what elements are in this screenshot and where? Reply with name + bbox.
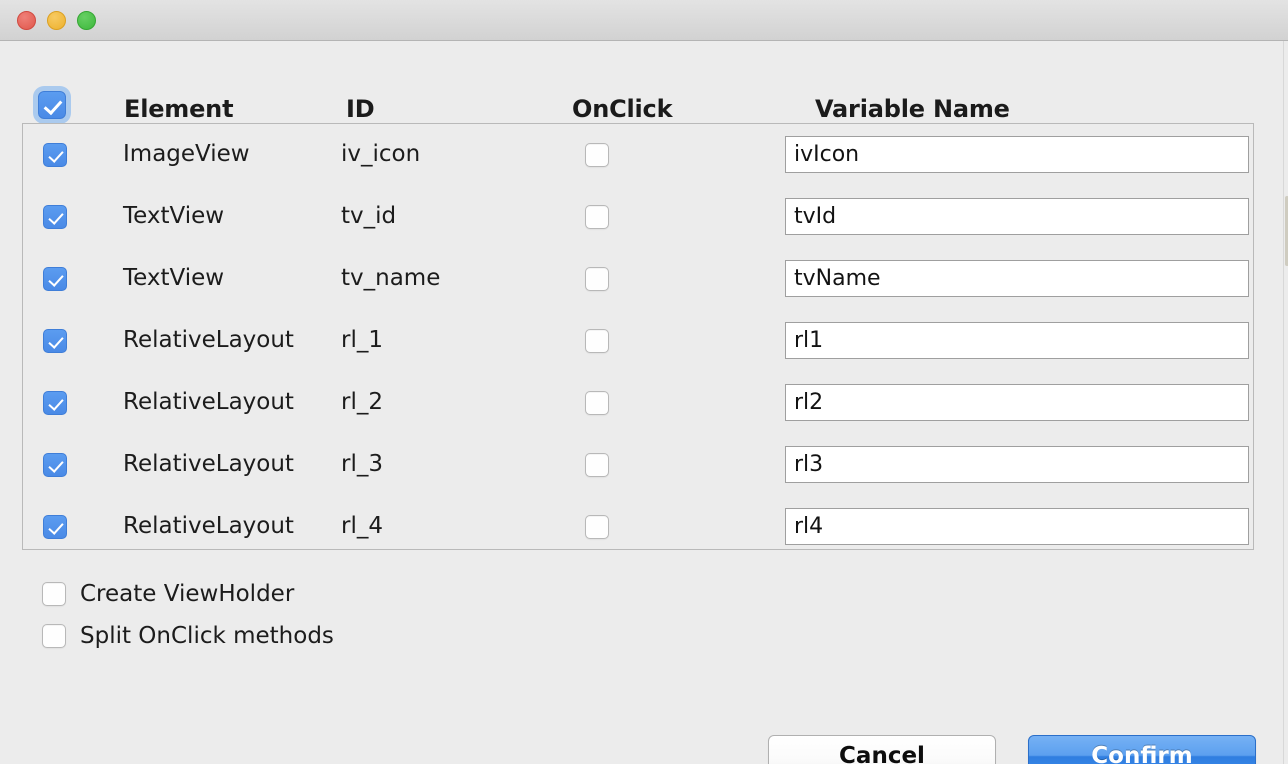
row-select-checkbox[interactable]	[43, 143, 67, 167]
close-window-icon[interactable]	[17, 11, 36, 30]
row-onclick-checkbox[interactable]	[585, 515, 609, 539]
table-row: RelativeLayout rl_4	[23, 496, 1253, 549]
table-row: RelativeLayout rl_3	[23, 434, 1253, 496]
option-create-viewholder[interactable]: Create ViewHolder	[42, 573, 334, 615]
option-label: Split OnClick methods	[80, 623, 334, 649]
action-buttons: Cancel Confirm	[768, 735, 1256, 764]
row-element-id: rl_4	[341, 513, 383, 539]
row-onclick-checkbox[interactable]	[585, 391, 609, 415]
row-variable-input[interactable]	[785, 446, 1249, 483]
minimize-window-icon[interactable]	[47, 11, 66, 30]
table-row: RelativeLayout rl_2	[23, 372, 1253, 434]
row-element-name: TextView	[123, 203, 225, 229]
confirm-button[interactable]: Confirm	[1028, 735, 1256, 764]
row-element-name: RelativeLayout	[123, 389, 294, 415]
row-select-checkbox[interactable]	[43, 453, 67, 477]
row-element-id: rl_3	[341, 451, 383, 477]
options-group: Create ViewHolder Split OnClick methods	[42, 573, 334, 657]
row-variable-input[interactable]	[785, 322, 1249, 359]
row-select-checkbox[interactable]	[43, 391, 67, 415]
row-element-name: ImageView	[123, 141, 250, 167]
row-select-checkbox[interactable]	[43, 515, 67, 539]
row-element-name: TextView	[123, 265, 225, 291]
select-all-checkbox[interactable]	[38, 91, 66, 119]
row-onclick-checkbox[interactable]	[585, 143, 609, 167]
table-row: TextView tv_id	[23, 186, 1253, 248]
row-element-name: RelativeLayout	[123, 513, 294, 539]
row-variable-input[interactable]	[785, 508, 1249, 545]
row-onclick-checkbox[interactable]	[585, 267, 609, 291]
table-row: RelativeLayout rl_1	[23, 310, 1253, 372]
row-onclick-checkbox[interactable]	[585, 205, 609, 229]
column-header-id: ID	[346, 95, 375, 123]
column-header-element: Element	[124, 95, 234, 123]
row-element-id: iv_icon	[341, 141, 421, 167]
row-select-checkbox[interactable]	[43, 205, 67, 229]
dialog-window: Element ID OnClick Variable Name ImageVi…	[0, 0, 1288, 764]
row-onclick-checkbox[interactable]	[585, 453, 609, 477]
title-bar	[0, 0, 1288, 41]
table-header: Element ID OnClick Variable Name	[0, 61, 1288, 123]
dialog-content: Element ID OnClick Variable Name ImageVi…	[0, 41, 1288, 764]
element-list[interactable]: ImageView iv_icon TextView tv_id TextVie…	[22, 123, 1254, 550]
row-element-id: tv_id	[341, 203, 397, 229]
traffic-lights	[17, 11, 96, 30]
table-row: ImageView iv_icon	[23, 124, 1253, 186]
column-header-onclick: OnClick	[572, 95, 673, 123]
row-element-id: tv_name	[341, 265, 441, 291]
cancel-button[interactable]: Cancel	[768, 735, 996, 764]
column-header-variable: Variable Name	[815, 95, 1010, 123]
split-onclick-checkbox[interactable]	[42, 624, 66, 648]
row-onclick-checkbox[interactable]	[585, 329, 609, 353]
element-list-inner: ImageView iv_icon TextView tv_id TextVie…	[23, 124, 1253, 549]
row-variable-input[interactable]	[785, 260, 1249, 297]
row-element-name: RelativeLayout	[123, 327, 294, 353]
row-element-name: RelativeLayout	[123, 451, 294, 477]
row-variable-input[interactable]	[785, 384, 1249, 421]
row-select-checkbox[interactable]	[43, 267, 67, 291]
row-element-id: rl_1	[341, 327, 383, 353]
create-viewholder-checkbox[interactable]	[42, 582, 66, 606]
row-select-checkbox[interactable]	[43, 329, 67, 353]
row-variable-input[interactable]	[785, 136, 1249, 173]
option-split-onclick[interactable]: Split OnClick methods	[42, 615, 334, 657]
window-scrollbar[interactable]	[1283, 41, 1288, 764]
option-label: Create ViewHolder	[80, 581, 295, 607]
row-variable-input[interactable]	[785, 198, 1249, 235]
maximize-window-icon[interactable]	[77, 11, 96, 30]
table-row: TextView tv_name	[23, 248, 1253, 310]
row-element-id: rl_2	[341, 389, 383, 415]
